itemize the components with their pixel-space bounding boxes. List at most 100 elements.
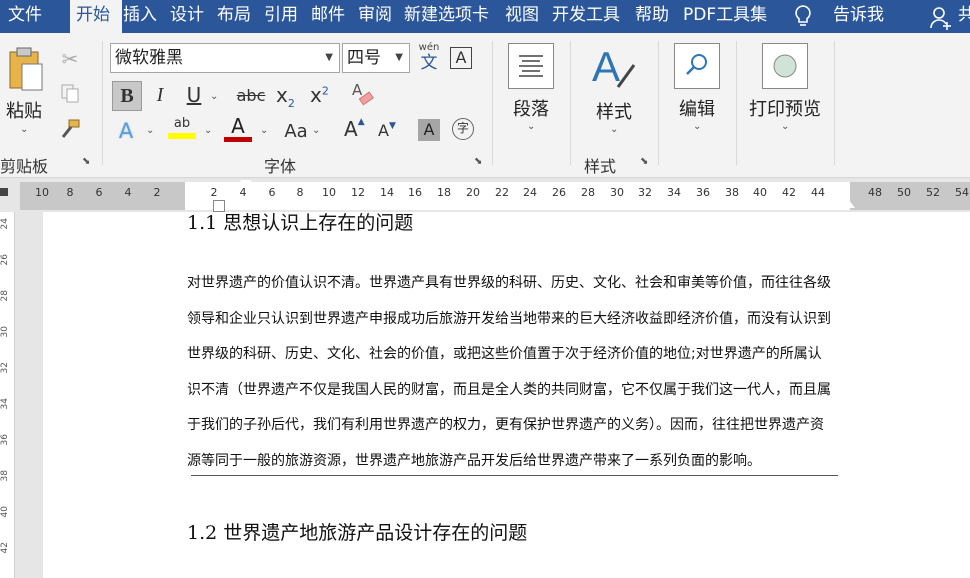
font-dialog-launcher[interactable]: ⬊ xyxy=(474,157,484,167)
highlight-color-bar xyxy=(168,133,196,139)
share-person-icon[interactable] xyxy=(928,4,954,30)
ruler-tick-label: 10 xyxy=(35,186,49,199)
ruler-tick-label: 2 xyxy=(153,186,161,199)
copy-icon[interactable] xyxy=(58,81,82,105)
tab-pdf-tools[interactable]: PDF工具集 xyxy=(683,0,767,33)
paragraph-line: 源等同于一般的旅游资源，世界遗产地旅游产品开发后给世界遗产带来了一系列负面的影响… xyxy=(187,452,761,469)
print-preview-button-label[interactable]: 打印预览 xyxy=(749,95,821,121)
tab-new-tab[interactable]: 新建选项卡 xyxy=(404,0,489,33)
grow-font-button[interactable]: A▲ xyxy=(344,117,365,141)
ruler-tick-label: 54 xyxy=(955,186,969,199)
tab-references[interactable]: 引用 xyxy=(264,0,298,33)
styles-dropdown-caret[interactable]: ⌄ xyxy=(610,124,618,135)
ruler-tick-label: 18 xyxy=(437,186,451,199)
horizontal-rule xyxy=(191,475,838,476)
highlight-char: ab xyxy=(173,116,191,131)
tab-help[interactable]: 帮助 xyxy=(635,0,669,33)
group-separator xyxy=(102,41,103,165)
vertical-ruler-tick-label: 34 xyxy=(0,398,10,410)
tab-design[interactable]: 设计 xyxy=(170,0,204,33)
change-case-dropdown-caret[interactable]: ⌄ xyxy=(312,125,320,136)
italic-button[interactable]: I xyxy=(146,81,174,109)
editing-dropdown-caret[interactable]: ⌄ xyxy=(693,121,701,132)
share-label[interactable]: 共 xyxy=(958,0,970,33)
paste-dropdown-caret[interactable]: ⌄ xyxy=(20,124,28,135)
bold-button[interactable]: B xyxy=(112,81,142,111)
character-border-icon[interactable]: A xyxy=(450,47,472,69)
superscript-button[interactable]: x2 xyxy=(310,83,329,107)
styles-dialog-launcher[interactable]: ⬊ xyxy=(640,157,650,167)
tab-mailings[interactable]: 邮件 xyxy=(311,0,345,33)
paragraph-button-label[interactable]: 段落 xyxy=(513,95,549,121)
paragraph-dropdown-caret[interactable]: ⌄ xyxy=(527,121,535,132)
lightbulb-icon[interactable] xyxy=(790,2,816,30)
tab-layout[interactable]: 布局 xyxy=(217,0,251,33)
tab-file[interactable]: 文件 xyxy=(8,0,42,33)
tab-insert[interactable]: 插入 xyxy=(123,0,157,33)
styles-group-label: 样式 xyxy=(584,157,617,176)
styles-icon[interactable]: A xyxy=(590,43,638,95)
ruler-tick-label: 40 xyxy=(753,186,767,199)
tab-review[interactable]: 审阅 xyxy=(358,0,392,33)
tab-view[interactable]: 视图 xyxy=(505,0,539,33)
vertical-ruler-tick-label: 26 xyxy=(0,254,10,266)
ruler-tick-label: 38 xyxy=(725,186,739,199)
font-size-value: 四号 xyxy=(347,48,381,68)
ruler-tick-label: 32 xyxy=(638,186,652,199)
vertical-ruler[interactable]: 24 26 28 30 32 34 36 38 40 42 xyxy=(0,212,15,578)
font-color-button[interactable]: A xyxy=(224,115,252,145)
clear-formatting-icon[interactable]: A xyxy=(352,81,376,107)
highlight-button[interactable]: ab xyxy=(168,115,196,145)
ruler-tick-label: 52 xyxy=(926,186,940,199)
editing-button-label[interactable]: 编辑 xyxy=(679,95,715,121)
underline-button[interactable]: U xyxy=(180,81,208,109)
right-indent-marker[interactable] xyxy=(843,200,855,208)
paste-icon[interactable] xyxy=(2,45,46,95)
styles-button-label[interactable]: 样式 xyxy=(596,98,632,124)
subscript-button[interactable]: x2 xyxy=(276,83,295,110)
clipboard-dialog-launcher[interactable]: ⬊ xyxy=(82,157,92,167)
tab-selector[interactable] xyxy=(0,188,8,196)
ruler-tick-label: 12 xyxy=(351,186,365,199)
text-effects-button[interactable]: A xyxy=(112,117,140,145)
print-preview-dropdown-caret[interactable]: ⌄ xyxy=(781,121,789,132)
character-shading-button[interactable]: A xyxy=(418,119,440,141)
phonetic-guide-icon[interactable]: wén 文 xyxy=(416,43,442,74)
font-name-combobox[interactable]: 微软雅黑 ▼ xyxy=(110,43,340,73)
print-preview-icon[interactable] xyxy=(762,43,808,89)
first-line-indent-marker[interactable] xyxy=(240,180,252,188)
highlight-dropdown-caret[interactable]: ⌄ xyxy=(204,125,212,136)
superscript-base: x xyxy=(310,83,322,107)
paragraph-line: 世界级的科研、历史、文化、社会的价值，或把这些价值置于次于经济价值的地位;对世界… xyxy=(187,346,822,362)
font-size-combobox[interactable]: 四号 ▼ xyxy=(342,43,410,73)
tell-me-search[interactable]: 告诉我 xyxy=(833,0,884,33)
underline-dropdown-caret[interactable]: ⌄ xyxy=(210,91,218,102)
tab-home[interactable]: 开始 xyxy=(70,0,122,33)
ruler-tick-label: 6 xyxy=(268,186,276,199)
strikethrough-button[interactable]: abc xyxy=(236,81,266,109)
chevron-down-icon[interactable]: ▼ xyxy=(395,44,403,72)
editing-icon[interactable] xyxy=(674,43,720,89)
font-color-dropdown-caret[interactable]: ⌄ xyxy=(260,125,268,136)
shrink-font-button[interactable]: A▼ xyxy=(378,121,396,140)
text-effects-dropdown-caret[interactable]: ⌄ xyxy=(146,125,154,136)
paragraph-line: 识不清（世界遗产不仅是我国人民的财富，而且是全人类的共同财富，它不仅属于我们这一… xyxy=(187,381,831,398)
format-painter-icon[interactable] xyxy=(58,117,82,141)
horizontal-ruler[interactable]: 10 8 6 4 2 2 4 6 8 10 12 14 16 18 20 22 24 26 28 30 32 34 36 38… xyxy=(0,178,970,213)
page-margin-area xyxy=(15,212,43,578)
ruler-tick-label: 2 xyxy=(210,186,218,199)
ruler-tick-label: 48 xyxy=(868,186,882,199)
section-heading-1-2: 1.2 世界遗产地旅游产品设计存在的问题 xyxy=(187,522,528,544)
chevron-down-icon[interactable]: ▼ xyxy=(325,44,333,72)
paragraph-icon[interactable] xyxy=(508,43,554,89)
change-case-button[interactable]: Aa xyxy=(280,117,312,145)
cut-icon[interactable]: ✂ xyxy=(58,47,82,71)
ribbon-home: 粘贴 ⌄ ✂ 剪贴板 ⬊ 微软雅黑 ▼ 四号 ▼ wén 文 A B I U ⌄ a… xyxy=(0,33,970,178)
group-separator xyxy=(658,41,659,165)
group-separator xyxy=(570,41,571,165)
paragraph-line: 于我们的子孙后代，我们有利用世界遗产的权力，更有保护世界遗产的义务）。因而，往往… xyxy=(187,417,824,433)
ruler-tick-label: 26 xyxy=(552,186,566,199)
paste-button-label[interactable]: 粘贴 xyxy=(6,97,42,123)
enclose-characters-button[interactable]: 字 xyxy=(452,118,474,140)
tab-developer[interactable]: 开发工具 xyxy=(552,0,620,33)
